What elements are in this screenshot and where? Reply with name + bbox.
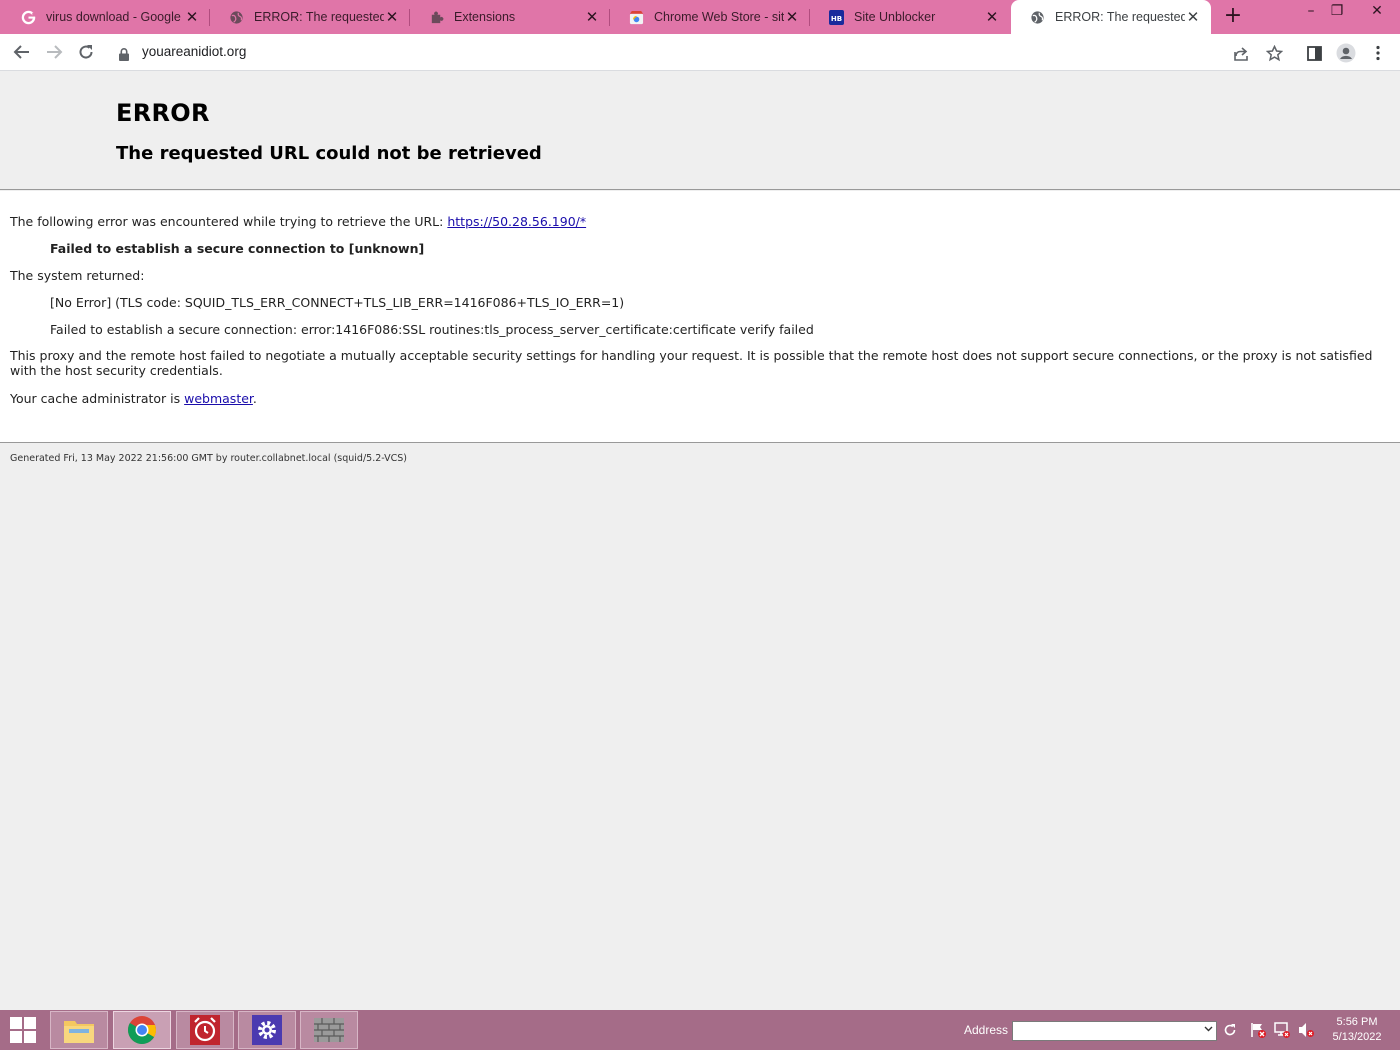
page-content: ERROR The requested URL could not be ret…: [0, 71, 1400, 1010]
tab-title: Site Unblocker: [854, 10, 936, 24]
tab-title: Chrome Web Store - site: [654, 10, 784, 24]
ssl-error-text: Failed to establish a secure connection:…: [50, 322, 814, 337]
close-icon[interactable]: ✕: [584, 9, 600, 25]
browser-toolbar: youareanidiot.org: [0, 34, 1400, 71]
close-icon[interactable]: ✕: [784, 9, 800, 25]
address-toolbar-label: Address: [964, 1023, 1009, 1037]
back-button[interactable]: [9, 39, 35, 65]
network-icon[interactable]: [1273, 1021, 1291, 1039]
globe-icon: [1029, 9, 1045, 25]
chevron-down-icon[interactable]: [1204, 1024, 1213, 1036]
address-toolbar-input[interactable]: [1012, 1021, 1217, 1041]
generated-footer: Generated Fri, 13 May 2022 21:56:00 GMT …: [10, 453, 407, 464]
webmaster-link[interactable]: webmaster: [184, 391, 253, 406]
tab-title: Extensions: [454, 10, 516, 24]
svg-text:HB: HB: [830, 13, 841, 22]
admin-text: Your cache administrator is: [10, 391, 185, 406]
close-icon[interactable]: ✕: [384, 9, 400, 25]
share-icon[interactable]: [1231, 43, 1251, 63]
tab-title: virus download - Google: [46, 10, 181, 24]
hb-icon: HB: [828, 9, 844, 25]
close-icon[interactable]: ✕: [1185, 9, 1201, 25]
new-tab-button[interactable]: +: [1221, 5, 1245, 29]
alarm-clock-icon: [190, 1015, 220, 1045]
tab-error-1[interactable]: ERROR: The requested U ✕: [210, 0, 410, 34]
reload-button[interactable]: [73, 39, 99, 65]
arrow-right-icon: [47, 45, 63, 59]
puzzle-icon: [428, 9, 444, 25]
chrome-icon: [128, 1016, 156, 1044]
start-button[interactable]: [0, 1011, 46, 1049]
tab-virus-download[interactable]: virus download - Google ✕: [2, 0, 210, 34]
menu-kebab-icon[interactable]: [1368, 43, 1388, 63]
webstore-icon: [628, 9, 644, 25]
tab-chrome-web-store[interactable]: Chrome Web Store - site ✕: [610, 0, 810, 34]
page-subtitle: The requested URL could not be retrieved: [116, 143, 542, 164]
error-body: The following error was encountered whil…: [0, 191, 1400, 443]
explanation-text: This proxy and the remote host failed to…: [10, 348, 1373, 378]
side-panel-icon[interactable]: [1304, 43, 1324, 63]
tab-site-unblocker[interactable]: HB Site Unblocker ✕: [810, 0, 1010, 34]
tab-error-active[interactable]: ERROR: The requested U ✕: [1011, 0, 1211, 34]
clock-date: 5/13/2022: [1332, 1031, 1382, 1043]
close-icon[interactable]: ✕: [984, 9, 1000, 25]
restore-button[interactable]: ❐: [1322, 0, 1352, 24]
taskbar-settings[interactable]: [238, 1011, 296, 1049]
volume-muted-icon[interactable]: [1297, 1021, 1315, 1039]
tls-code-text: [No Error] (TLS code: SQUID_TLS_ERR_CONN…: [50, 295, 625, 310]
tab-strip: virus download - Google ✕ ERROR: The req…: [0, 0, 1400, 34]
gear-icon: [252, 1015, 282, 1045]
window-close-button[interactable]: ✕: [1362, 0, 1392, 24]
forward-button[interactable]: [41, 39, 67, 65]
profile-avatar-icon[interactable]: [1336, 43, 1356, 63]
taskbar-file-explorer[interactable]: [50, 1011, 108, 1049]
reload-icon: [79, 45, 93, 59]
close-icon[interactable]: ✕: [184, 9, 200, 25]
tab-extensions[interactable]: Extensions ✕: [410, 0, 610, 34]
system-clock[interactable]: 5:56 PM 5/13/2022: [1318, 1015, 1396, 1045]
system-returned-label: The system returned:: [10, 268, 145, 283]
globe-icon: [228, 9, 244, 25]
page-title: ERROR: [116, 99, 210, 127]
clock-time: 5:56 PM: [1336, 1016, 1378, 1028]
lock-icon[interactable]: [119, 46, 129, 65]
taskbar: Address 5:56 PM 5/13/2022: [0, 1010, 1400, 1050]
admin-suffix: .: [252, 391, 257, 406]
admin-line: Your cache administrator is webmaster.: [10, 391, 257, 406]
taskbar-chrome[interactable]: [113, 1011, 171, 1049]
address-go-icon[interactable]: [1221, 1021, 1239, 1039]
intro-text: The following error was encountered whil…: [10, 214, 448, 229]
google-icon: [20, 9, 36, 25]
error-url-link[interactable]: https://50.28.56.190/*: [447, 214, 586, 229]
tab-title: ERROR: The requested U: [1055, 10, 1185, 24]
action-center-flag-icon[interactable]: [1249, 1021, 1267, 1039]
brick-wall-icon: [314, 1018, 344, 1042]
folder-icon: [64, 1021, 94, 1043]
error-header: ERROR The requested URL could not be ret…: [0, 71, 1400, 190]
windows-logo-icon: [10, 1017, 36, 1043]
taskbar-alarm-app[interactable]: [176, 1011, 234, 1049]
bookmark-star-icon[interactable]: [1264, 43, 1284, 63]
address-bar[interactable]: youareanidiot.org: [108, 38, 1292, 67]
tab-title: ERROR: The requested U: [254, 10, 384, 24]
url-text[interactable]: youareanidiot.org: [142, 44, 246, 59]
failure-message: Failed to establish a secure connection …: [50, 241, 425, 256]
intro-line: The following error was encountered whil…: [10, 214, 586, 229]
taskbar-firewall[interactable]: [300, 1011, 358, 1049]
arrow-left-icon: [13, 45, 29, 59]
